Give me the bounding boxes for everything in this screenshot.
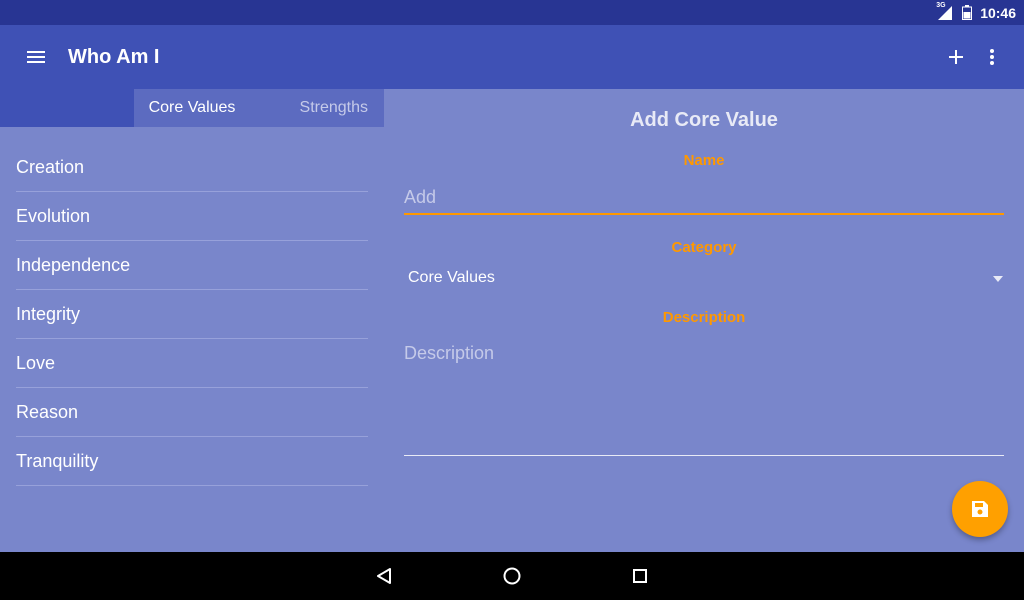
back-icon[interactable] <box>372 564 396 588</box>
hamburger-menu-icon[interactable] <box>24 45 48 69</box>
save-button[interactable] <box>952 481 1008 537</box>
app-title: Who Am I <box>68 46 160 68</box>
list-item[interactable]: Integrity <box>16 290 368 339</box>
description-input[interactable] <box>404 339 1004 456</box>
add-value-form: Add Core Value Name Category Core Values… <box>384 89 1024 552</box>
name-input[interactable] <box>404 181 1004 215</box>
add-icon[interactable] <box>944 45 968 69</box>
signal-icon: 3G <box>936 1 954 21</box>
name-label: Name <box>683 152 725 169</box>
system-nav-bar <box>0 552 1024 600</box>
tab-core-values[interactable]: Core Values <box>134 89 250 127</box>
list-item[interactable]: Evolution <box>16 192 368 241</box>
status-bar: 3G 10:46 <box>0 0 1024 25</box>
tab-strengths[interactable]: Strengths <box>250 89 384 127</box>
tab-bar-spacer <box>0 89 134 127</box>
list-item[interactable]: Reason <box>16 388 368 437</box>
list-item[interactable]: Independence <box>16 241 368 290</box>
more-vert-icon[interactable] <box>980 45 1004 69</box>
form-title: Add Core Value <box>630 109 778 131</box>
tab-bar: Core Values Strengths <box>0 89 384 127</box>
dropdown-arrow-icon <box>993 276 1003 282</box>
values-list: Creation Evolution Independence Integrit… <box>16 143 368 486</box>
battery-icon <box>962 5 973 20</box>
values-list-pane: Core Values Strengths Creation Evolution… <box>0 89 384 552</box>
status-time: 10:46 <box>980 4 1016 21</box>
category-selected-value: Core Values <box>408 269 495 286</box>
list-item[interactable]: Tranquility <box>16 437 368 486</box>
list-item[interactable]: Creation <box>16 143 368 192</box>
category-label: Category <box>671 239 737 256</box>
description-label: Description <box>662 309 746 326</box>
list-item[interactable]: Love <box>16 339 368 388</box>
category-select[interactable]: Core Values <box>404 265 1004 293</box>
app-toolbar: Who Am I <box>0 25 1024 89</box>
network-type: 3G <box>936 1 946 9</box>
save-icon <box>972 501 988 517</box>
recents-icon[interactable] <box>628 564 652 588</box>
home-icon[interactable] <box>500 564 524 588</box>
